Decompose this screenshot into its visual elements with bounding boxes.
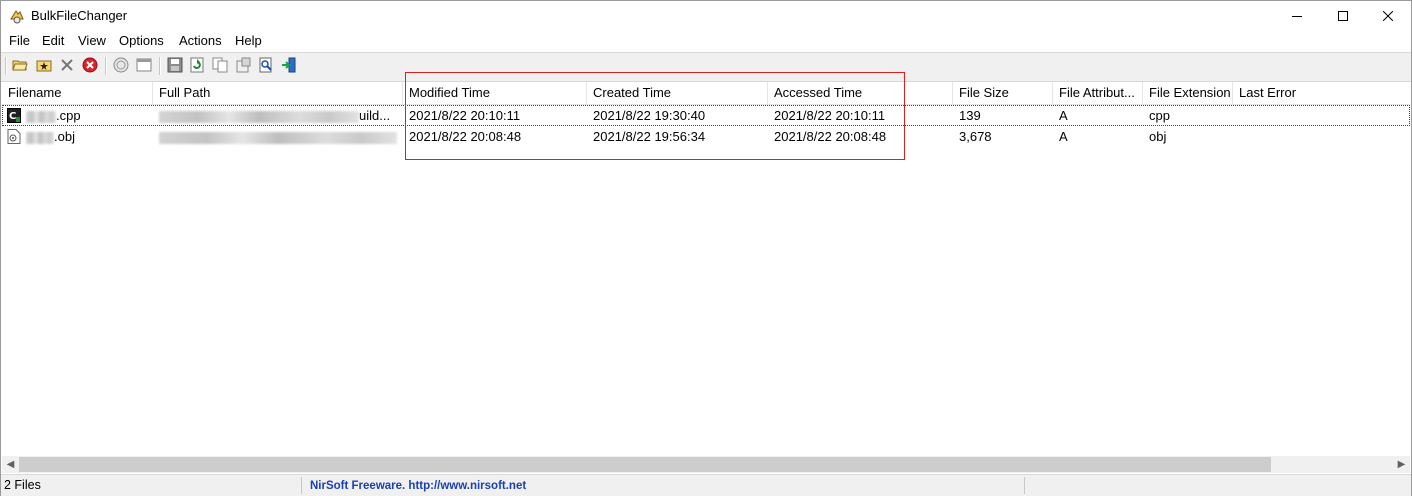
cell-file-extension: cpp — [1149, 108, 1170, 123]
cell-filename: .cpp — [22, 105, 153, 126]
filename-extension-text: .obj — [54, 129, 75, 144]
column-header-file-size[interactable]: File Size — [953, 82, 1053, 104]
cell-accessed-time: 2021/8/22 20:08:48 — [774, 129, 887, 144]
change-time-button[interactable] — [112, 57, 130, 75]
menu-bar: File Edit View Options Actions Help — [1, 31, 1411, 52]
cell-file-attributes: A — [1059, 108, 1068, 123]
status-file-count: 2 Files — [1, 477, 302, 494]
add-files-button[interactable] — [35, 57, 53, 75]
save-button[interactable] — [166, 57, 184, 75]
window-button[interactable] — [135, 57, 153, 75]
delete-icon — [59, 57, 75, 76]
menu-edit[interactable]: Edit — [41, 33, 65, 48]
cell-full-path: uild... — [153, 105, 403, 126]
cell-modified-time: 2021/8/22 20:08:48 — [409, 129, 522, 144]
open-folder-button[interactable] — [11, 57, 29, 75]
table-row[interactable]: C .cpp uild... 2021/8/22 20:10:11 2021/8… — [2, 105, 1410, 126]
cell-last-error — [1233, 126, 1410, 147]
close-button[interactable] — [1365, 1, 1411, 31]
cell-filename: .obj — [22, 126, 153, 147]
minimize-button[interactable] — [1274, 1, 1320, 31]
cell-created-time: 2021/8/22 19:30:40 — [593, 108, 706, 123]
horizontal-scrollbar[interactable]: ◀ ▶ — [2, 456, 1410, 473]
redacted-filename — [26, 131, 54, 144]
nirsoft-link[interactable]: NirSoft Freeware. http://www.nirsoft.net — [310, 480, 526, 492]
column-header-modified-time[interactable]: Modified Time — [403, 82, 587, 104]
stop-button[interactable] — [81, 57, 99, 75]
minimize-icon — [1292, 11, 1302, 21]
path-tail-text: uild... — [359, 108, 391, 123]
menu-file[interactable]: File — [8, 33, 31, 48]
change-time-icon — [113, 57, 129, 76]
column-header-file-attributes[interactable]: File Attribut... — [1053, 82, 1143, 104]
title-bar: BulkFileChanger — [1, 1, 1411, 31]
table-row[interactable]: .obj 2021/8/22 20:08:48 2021/8/22 19:56:… — [2, 126, 1410, 147]
toolbar-separator — [105, 57, 107, 75]
redacted-filename — [26, 110, 56, 123]
scroll-right-button[interactable]: ▶ — [1393, 456, 1410, 473]
bulkfilechanger-app-icon — [9, 8, 25, 24]
cell-file-extension: obj — [1149, 129, 1167, 144]
toolbar — [1, 52, 1411, 82]
scrollbar-thumb[interactable] — [19, 457, 1271, 472]
close-icon — [1383, 11, 1393, 21]
properties-button[interactable] — [234, 57, 252, 75]
menu-options[interactable]: Options — [118, 33, 165, 48]
svg-text:C: C — [9, 111, 16, 122]
properties-icon — [235, 57, 251, 76]
column-header-accessed-time[interactable]: Accessed Time — [768, 82, 953, 104]
column-header-last-error[interactable]: Last Error — [1233, 82, 1410, 104]
status-bar: 2 Files NirSoft Freeware. http://www.nir… — [1, 474, 1411, 496]
column-header-filename[interactable]: Filename — [2, 82, 153, 104]
copy-button[interactable] — [211, 57, 229, 75]
menu-view[interactable]: View — [77, 33, 107, 48]
cell-last-error — [1233, 105, 1410, 126]
file-list[interactable]: Filename Full Path Modified Time Created… — [2, 82, 1410, 456]
obj-file-icon — [7, 129, 21, 144]
exit-button[interactable] — [280, 57, 298, 75]
status-credit: NirSoft Freeware. http://www.nirsoft.net — [302, 477, 1025, 494]
refresh-icon — [189, 57, 205, 76]
cell-created-time: 2021/8/22 19:56:34 — [593, 129, 706, 144]
column-header-created-time[interactable]: Created Time — [587, 82, 768, 104]
redacted-path — [159, 110, 359, 123]
window-title: BulkFileChanger — [31, 8, 128, 23]
column-header-file-extension[interactable]: File Extension — [1143, 82, 1233, 104]
exit-icon — [281, 57, 297, 76]
maximize-icon — [1338, 11, 1348, 21]
delete-button[interactable] — [58, 57, 76, 75]
scroll-left-button[interactable]: ◀ — [2, 456, 19, 473]
save-icon — [167, 57, 183, 76]
list-header: Filename Full Path Modified Time Created… — [2, 82, 1410, 105]
copy-icon — [212, 57, 228, 76]
status-empty-pane — [1025, 477, 1411, 494]
add-files-icon — [36, 57, 52, 76]
cell-modified-time: 2021/8/22 20:10:11 — [409, 108, 521, 123]
cell-accessed-time: 2021/8/22 20:10:11 — [774, 108, 886, 123]
toolbar-separator — [159, 57, 161, 75]
redacted-path — [159, 131, 397, 144]
refresh-button[interactable] — [188, 57, 206, 75]
chevron-right-icon: ▶ — [1397, 459, 1406, 470]
menu-help[interactable]: Help — [234, 33, 263, 48]
cpp-file-icon: C — [7, 108, 21, 123]
chevron-left-icon: ◀ — [6, 459, 15, 470]
column-header-full-path[interactable]: Full Path — [153, 82, 403, 104]
stop-icon — [82, 57, 98, 76]
app-window: BulkFileChanger File Edit View Options A… — [0, 0, 1412, 496]
cell-file-attributes: A — [1059, 129, 1068, 144]
open-folder-icon — [12, 57, 28, 76]
cell-file-size: 3,678 — [959, 129, 992, 144]
window-icon — [136, 57, 152, 76]
cell-full-path — [153, 126, 403, 147]
menu-actions[interactable]: Actions — [178, 33, 223, 48]
toolbar-separator — [5, 57, 7, 75]
cell-file-size: 139 — [959, 108, 981, 123]
filename-extension-text: .cpp — [56, 108, 81, 123]
find-button[interactable] — [257, 57, 275, 75]
maximize-button[interactable] — [1320, 1, 1366, 31]
find-icon — [258, 57, 274, 76]
